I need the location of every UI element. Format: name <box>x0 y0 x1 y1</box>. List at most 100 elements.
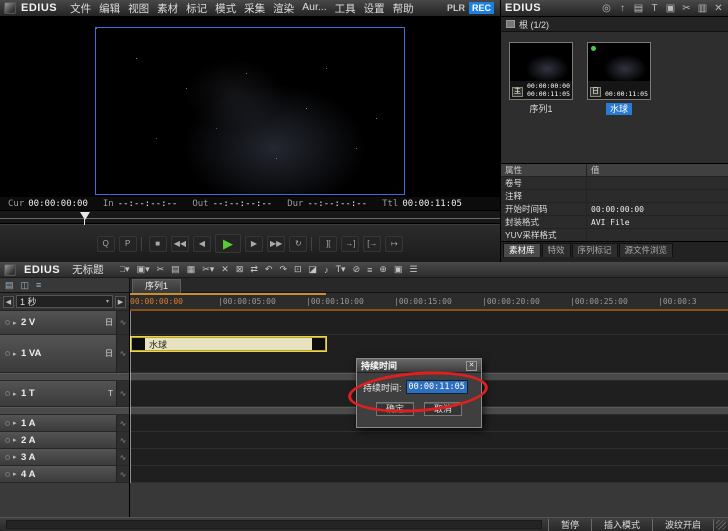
add-title-icon[interactable]: T <box>649 3 660 14</box>
track-header-1a[interactable]: ▸ 1 A ∿ <box>0 415 129 432</box>
swap-icon[interactable]: ⇄ <box>250 264 258 275</box>
waveform-toggle[interactable]: ∿ <box>116 466 129 482</box>
duration-input[interactable]: 00:00:11:05 <box>406 380 468 394</box>
trim-in-button[interactable]: ][ <box>319 236 337 252</box>
property-column-header[interactable]: 属性 <box>501 164 587 176</box>
track-expand-icon[interactable]: ▸ <box>13 390 21 398</box>
property-row[interactable]: 卷号 <box>501 177 728 190</box>
track-patch-icon[interactable]: ▤ <box>5 280 14 291</box>
waveform-toggle[interactable]: ∿ <box>116 415 129 431</box>
ripple-cut-icon[interactable]: ✂▾ <box>202 264 214 275</box>
track-select-dot[interactable] <box>5 455 10 460</box>
view-mode-icon[interactable]: ▤ <box>633 3 644 14</box>
scale-dropdown[interactable]: 1 秒 ▾ <box>16 295 113 308</box>
track-select-dot[interactable] <box>5 320 10 325</box>
menu-item[interactable]: 标记 <box>182 1 211 16</box>
menu-item[interactable]: 帮助 <box>389 1 418 16</box>
property-row[interactable]: YUV采样格式 <box>501 229 728 241</box>
rewind-button[interactable]: ◀◀ <box>171 236 189 252</box>
menu-item[interactable]: 采集 <box>240 1 269 16</box>
cut-icon[interactable]: ✂ <box>157 264 165 275</box>
track-select-dot[interactable] <box>5 391 10 396</box>
ripple-delete-icon[interactable]: ⊠ <box>236 264 244 275</box>
timeline-playhead[interactable] <box>130 311 131 483</box>
goto-out-button[interactable]: [→ <box>363 236 381 252</box>
track-header-4a[interactable]: ▸ 4 A ∿ <box>0 466 129 483</box>
waveform-toggle[interactable]: ∿ <box>116 335 129 372</box>
menu-icon[interactable]: ☰ <box>409 264 417 275</box>
lane-2v[interactable] <box>130 311 728 335</box>
bin-tab[interactable]: 特效 <box>542 243 571 257</box>
cue-out-button[interactable]: P <box>119 236 137 252</box>
zoom-out-button[interactable]: ◀ <box>3 296 14 308</box>
track-select-dot[interactable] <box>5 438 10 443</box>
ok-button[interactable]: 确定 <box>376 402 414 416</box>
waveform-toggle[interactable]: ∿ <box>116 381 129 406</box>
monitor-icon[interactable]: ▣ <box>665 3 676 14</box>
duration-icon[interactable]: ⊘ <box>353 264 361 275</box>
track-expand-icon[interactable]: ▸ <box>13 453 21 461</box>
track-header-1va[interactable]: ▸ 1 VA 日 ∿ <box>0 335 129 373</box>
bin-tab[interactable]: 源文件浏览 <box>619 243 674 257</box>
save-icon[interactable]: ▣▾ <box>137 264 150 275</box>
bin-folder-bar[interactable]: 根 (1/2) <box>501 17 728 32</box>
playhead-handle[interactable] <box>80 212 90 220</box>
video-enable-icon[interactable]: 日 <box>105 317 113 328</box>
value-column-header[interactable]: 值 <box>587 164 728 176</box>
track-select-dot[interactable] <box>5 421 10 426</box>
cue-in-button[interactable]: Q <box>97 236 115 252</box>
title-track-icon[interactable]: T <box>108 389 113 398</box>
track-expand-icon[interactable]: ▸ <box>13 436 21 444</box>
play-button[interactable]: ▶ <box>215 234 241 253</box>
match-frame-icon[interactable]: ⊡ <box>294 264 302 275</box>
zoom-in-button[interactable]: ▶ <box>115 296 126 308</box>
paste-icon[interactable]: ▦ <box>187 264 196 275</box>
property-row[interactable]: 封装格式 AVI File <box>501 216 728 229</box>
track-expand-icon[interactable]: ▸ <box>13 470 21 478</box>
undo-icon[interactable]: ↶ <box>265 264 273 275</box>
bin-clip-waterball[interactable]: 00:00:11:05 日 水球 <box>587 42 651 163</box>
clip-out-handle[interactable] <box>312 338 325 350</box>
rec-indicator[interactable]: REC <box>469 2 494 14</box>
bin-clip-sequence1[interactable]: 00:00:00:00 00:00:11:05 主 序列1 <box>509 42 573 163</box>
clip-thumbnail[interactable]: 00:00:11:05 日 <box>587 42 651 100</box>
track-expand-icon[interactable]: ▸ <box>13 350 21 358</box>
bin-tab[interactable]: 序列标记 <box>572 243 618 257</box>
track-header-3a[interactable]: ▸ 3 A ∿ <box>0 449 129 466</box>
export-button[interactable]: ↦ <box>385 236 403 252</box>
track-expand-icon[interactable]: ▸ <box>13 419 21 427</box>
resize-grip[interactable] <box>716 520 726 530</box>
menu-item[interactable]: 工具 <box>331 1 360 16</box>
video-enable-icon[interactable]: 日 <box>105 348 113 359</box>
bin-tab[interactable]: 素材库 <box>503 243 541 257</box>
plr-indicator[interactable]: PLR <box>447 3 465 13</box>
timeline-ruler[interactable]: 00:00:00:00|00:00:05:00|00:00:10:00|00:0… <box>130 293 728 311</box>
lane-3a[interactable] <box>130 449 728 466</box>
folder-up-icon[interactable]: ↑ <box>617 3 628 14</box>
track-group-divider[interactable] <box>0 407 129 415</box>
track-header-2a[interactable]: ▸ 2 A ∿ <box>0 432 129 449</box>
timeline-clip-waterball[interactable]: 水球 <box>131 337 326 351</box>
video-frame[interactable] <box>95 27 405 195</box>
menu-item[interactable]: 模式 <box>211 1 240 16</box>
sync-mode-icon[interactable]: ◫ <box>21 280 30 291</box>
track-select-dot[interactable] <box>5 351 10 356</box>
step-back-button[interactable]: ◀ <box>193 236 211 252</box>
mute-icon[interactable]: ♪ <box>324 265 329 275</box>
cut-icon[interactable]: ✂ <box>681 3 692 14</box>
menu-item[interactable]: 视图 <box>124 1 153 16</box>
sequence-tab[interactable]: 序列1 <box>132 279 181 293</box>
add-transition-icon[interactable]: ◪ <box>309 264 318 275</box>
fast-forward-button[interactable]: ▶▶ <box>267 236 285 252</box>
mixer-icon[interactable]: ≡ <box>367 265 372 275</box>
copy-icon[interactable]: ▥ <box>697 3 708 14</box>
settings-icon[interactable]: ⊕ <box>379 264 387 275</box>
loop-button[interactable]: ↻ <box>289 236 307 252</box>
track-header-1t[interactable]: ▸ 1 T T ∿ <box>0 381 129 407</box>
track-header-2v[interactable]: ▸ 2 V 日 ∿ <box>0 311 129 335</box>
menu-item[interactable]: 渲染 <box>269 1 298 16</box>
close-icon[interactable]: ✕ <box>466 361 477 371</box>
menu-item[interactable]: 设置 <box>360 1 389 16</box>
ripple-mode-icon[interactable]: ≡ <box>36 280 41 290</box>
waveform-toggle[interactable]: ∿ <box>116 311 129 334</box>
